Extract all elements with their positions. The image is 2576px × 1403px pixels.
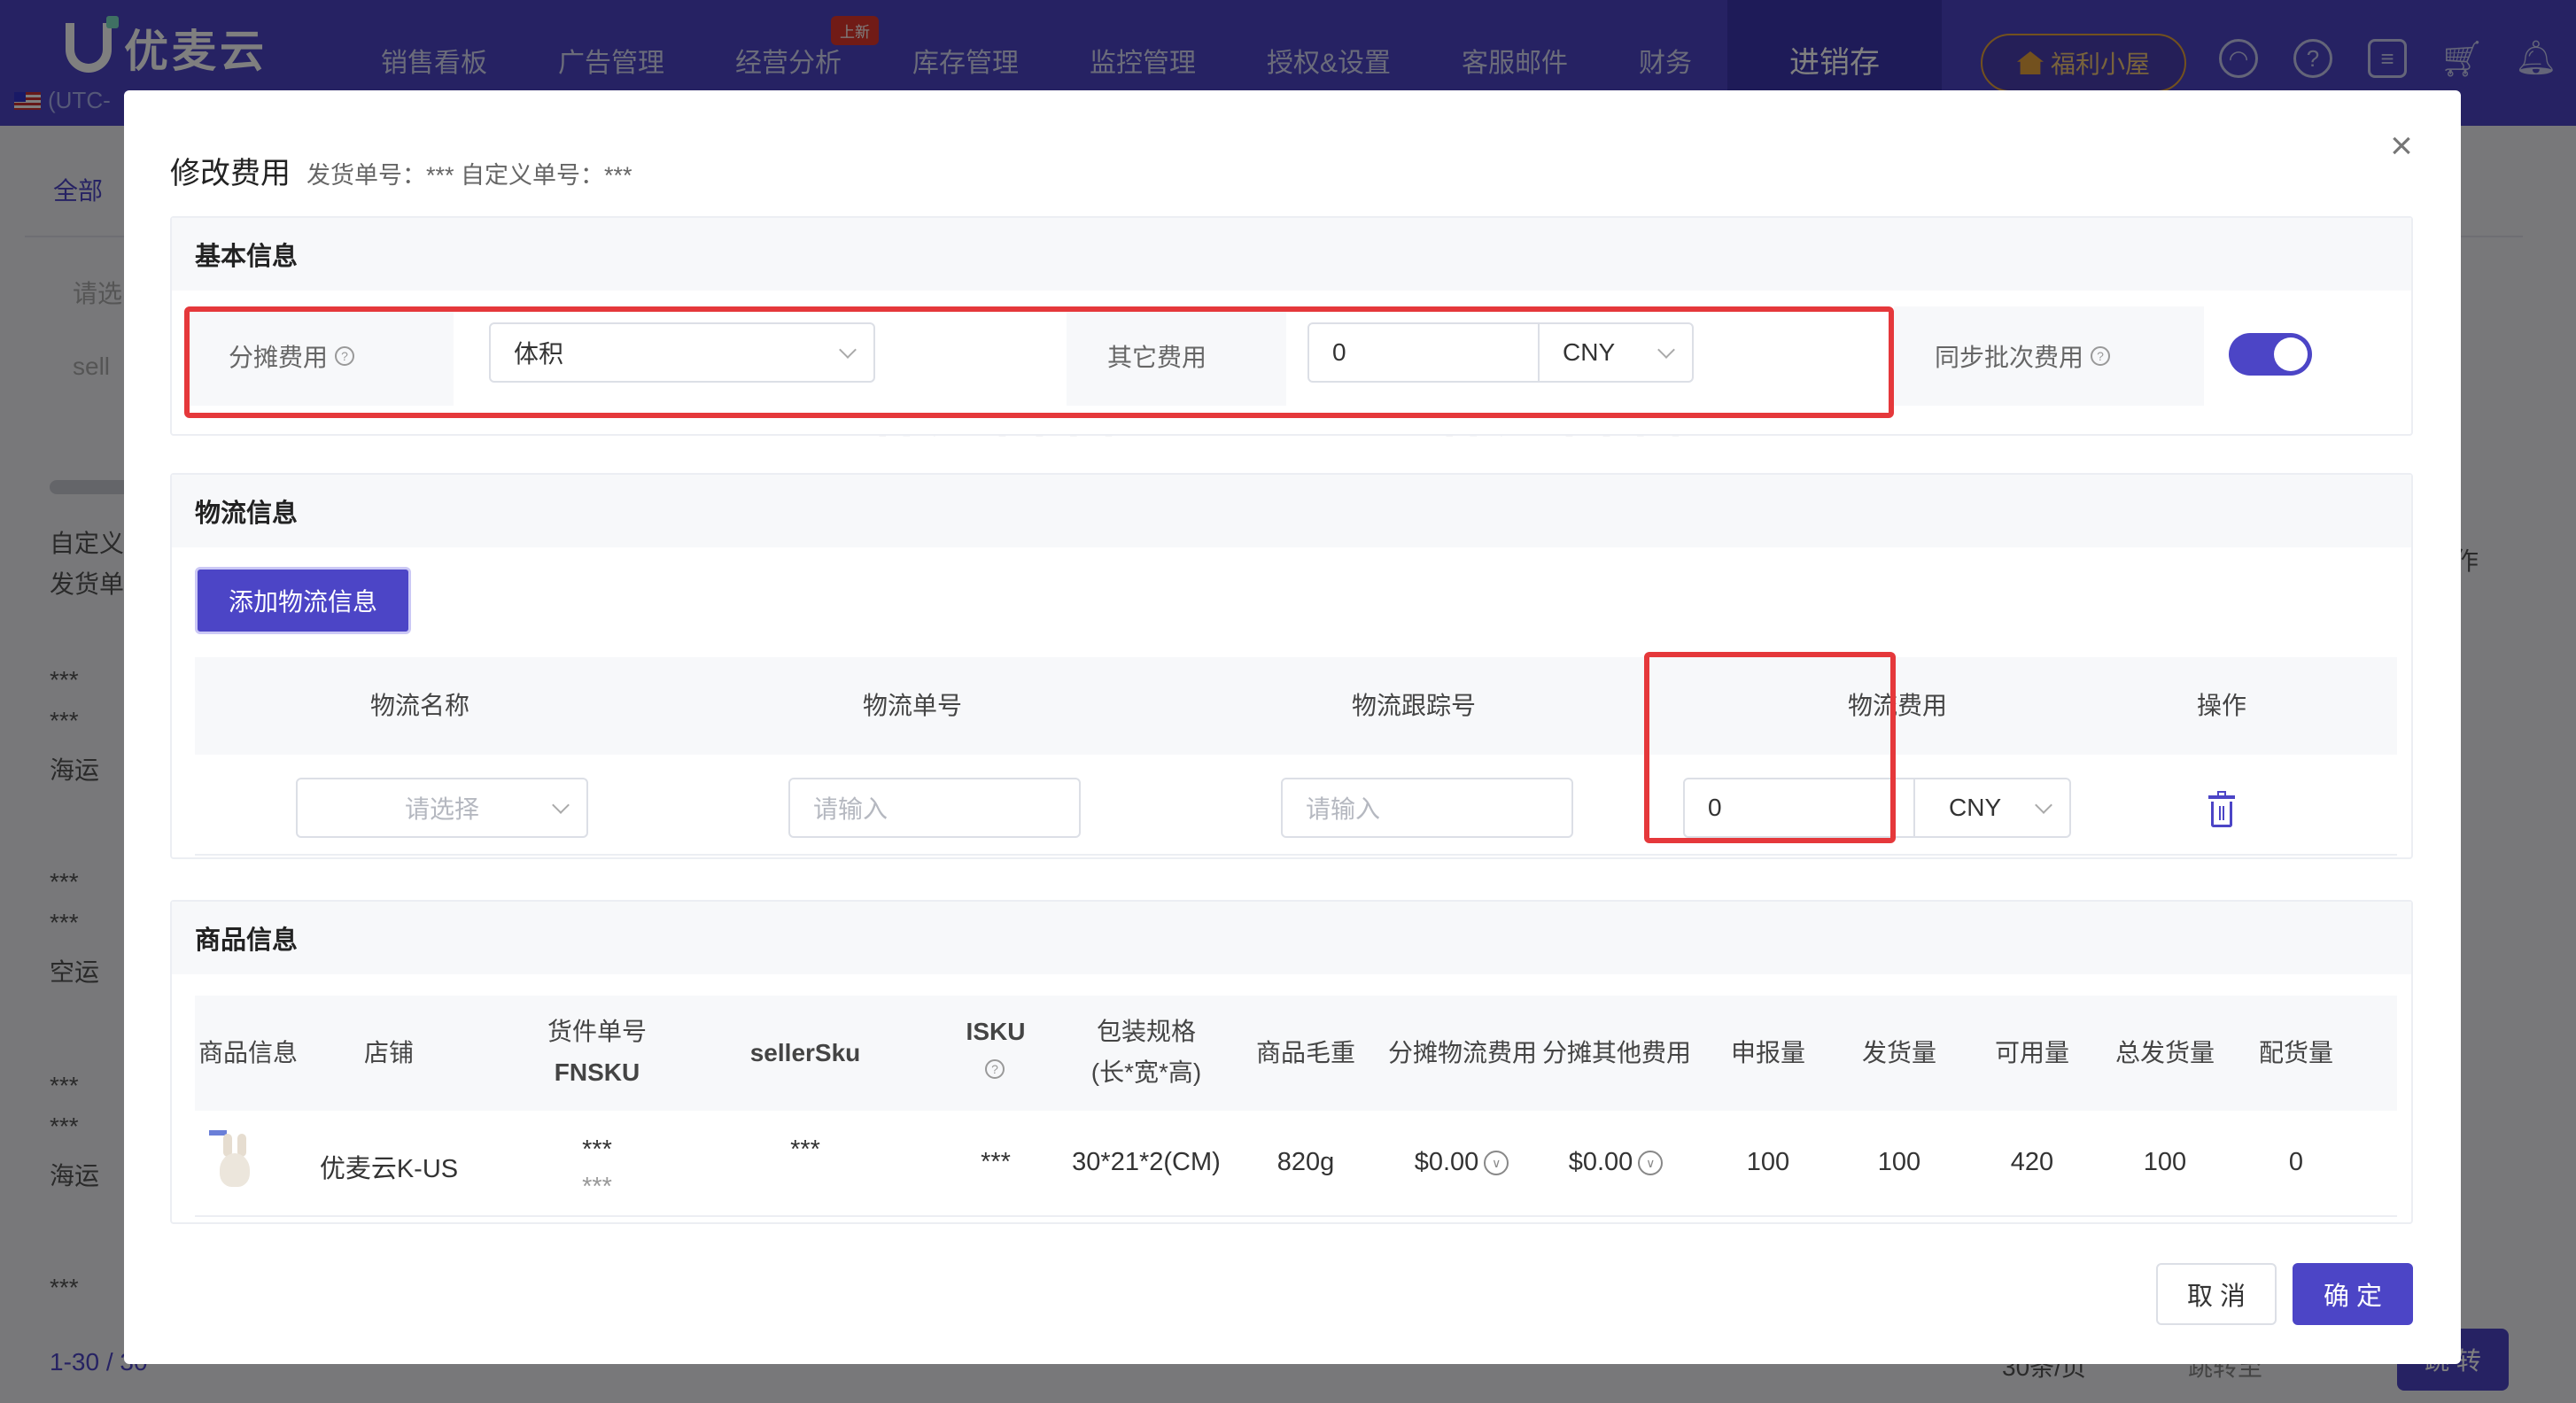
help-icon[interactable]: ?: [335, 346, 355, 366]
close-icon[interactable]: ×: [2381, 124, 2422, 167]
edit-cost-modal: 站长百科 站长百科 站长百科 站长百科 站长百科 修改费用 发货单号：*** 自…: [124, 90, 2461, 1364]
add-logistics-button[interactable]: 添加物流信息: [195, 567, 411, 634]
section-title: 基本信息: [172, 218, 2411, 291]
th-goods-info: 商品信息: [198, 1039, 298, 1066]
alloc-cost-label-text: 分摊费用: [229, 344, 329, 371]
divider: [195, 1215, 2397, 1217]
th-logistics-fee: 物流费用: [1847, 692, 1947, 719]
sync-batch-toggle[interactable]: [2229, 333, 2312, 376]
trash-icon[interactable]: [2208, 791, 2235, 827]
th-isku: ISKU: [966, 1018, 1026, 1045]
logistics-no-input[interactable]: 请输入: [788, 778, 1081, 838]
alloc-logistics-value: $0.00: [1414, 1148, 1479, 1176]
total-shipped-qty: 100: [2143, 1148, 2187, 1176]
divider: [195, 854, 2397, 856]
section-title: 商品信息: [172, 902, 2411, 974]
alloc-logistics-fee[interactable]: $0.00 ∨: [1391, 1148, 1532, 1177]
sync-batch-label: 同步批次费用 ?: [1894, 306, 2204, 406]
chevron-down-icon: ∨: [1484, 1151, 1509, 1176]
product-thumbnail[interactable]: [207, 1130, 260, 1189]
logistics-no-placeholder: 请输入: [813, 795, 888, 823]
tracking-no-input[interactable]: 请输入: [1281, 778, 1573, 838]
logistics-fee-currency-select[interactable]: CNY: [1913, 778, 2071, 838]
logistics-fee-value: 0: [1708, 794, 1722, 821]
alloc-cost-select[interactable]: 体积: [489, 322, 875, 383]
th-alloc-other: 分摊其他费用: [1541, 1039, 1691, 1066]
chevron-down-icon: [1657, 341, 1675, 359]
isku: ***: [981, 1148, 1011, 1176]
declared-qty: 100: [1746, 1148, 1790, 1176]
th-total-shipped: 总发货量: [2114, 1039, 2215, 1066]
available-qty: 420: [2010, 1148, 2054, 1176]
sync-batch-label-text: 同步批次费用: [1935, 344, 2084, 371]
th-action: 操作: [2196, 692, 2246, 719]
alloc-other-value: $0.00: [1568, 1148, 1633, 1176]
chevron-down-icon: [552, 796, 570, 814]
other-cost-currency: CNY: [1563, 338, 1616, 366]
th-seller-sku: sellerSku: [749, 1039, 861, 1066]
basic-info-section: 基本信息 分摊费用 ? 体积 其它费用 0 CNY 同步批次费用 ?: [170, 216, 2413, 436]
th-package: 包装规格: [1096, 1018, 1196, 1045]
logistics-section: 物流信息 添加物流信息 物流名称 物流单号 物流跟踪号 物流费用 操作 请选择 …: [170, 473, 2413, 859]
tracking-no-placeholder: 请输入: [1306, 795, 1381, 823]
shipment-no: ***: [582, 1136, 612, 1164]
other-cost-input[interactable]: 0: [1307, 322, 1540, 383]
logistics-table-header: [195, 657, 2397, 755]
confirm-button[interactable]: 确 定: [2293, 1263, 2413, 1325]
logistics-fee-input[interactable]: 0: [1683, 778, 1915, 838]
goods-section: 商品信息 商品信息 店铺 货件单号 FNSKU sellerSku ISKU ?…: [170, 900, 2413, 1224]
alloc-cost-value: 体积: [514, 340, 564, 368]
modal-title: 修改费用: [170, 157, 291, 190]
chevron-down-icon: ∨: [1638, 1151, 1664, 1176]
th-tracking-no: 物流跟踪号: [1351, 692, 1476, 719]
th-allocated: 配货量: [2258, 1039, 2333, 1066]
cancel-button[interactable]: 取 消: [2156, 1263, 2277, 1325]
logistics-fee-currency: CNY: [1949, 794, 2002, 821]
modal-header: 修改费用 发货单号：*** 自定义单号：***: [170, 149, 632, 192]
th-available: 可用量: [1994, 1039, 2069, 1066]
section-title: 物流信息: [172, 475, 2411, 547]
th-shop: 店铺: [363, 1039, 414, 1066]
th-logistics-name: 物流名称: [369, 692, 469, 719]
chevron-down-icon: [2035, 796, 2052, 814]
th-alloc-logistics: 分摊物流费用: [1387, 1039, 1537, 1066]
logistics-name-placeholder: 请选择: [404, 795, 479, 823]
logistics-name-select[interactable]: 请选择: [296, 778, 588, 838]
fnsku: ***: [582, 1173, 612, 1201]
seller-sku: ***: [790, 1136, 820, 1164]
help-icon[interactable]: ?: [2091, 346, 2111, 366]
alloc-cost-label: 分摊费用 ?: [188, 306, 454, 406]
shipped-qty: 100: [1877, 1148, 1921, 1176]
th-fnsku: FNSKU: [554, 1058, 640, 1086]
th-shipment-no: 货件单号: [547, 1018, 647, 1045]
chevron-down-icon: [839, 341, 857, 359]
other-cost-value: 0: [1332, 338, 1346, 366]
allocated-qty: 0: [2288, 1148, 2304, 1176]
package-dims: 30*21*2(CM): [1072, 1148, 1221, 1176]
th-declared: 申报量: [1730, 1039, 1805, 1066]
modal-subtitle: 发货单号：*** 自定义单号：***: [306, 162, 632, 189]
th-shipped: 发货量: [1861, 1039, 1936, 1066]
help-icon[interactable]: ?: [985, 1059, 1005, 1079]
alloc-other-fee[interactable]: $0.00 ∨: [1545, 1148, 1687, 1177]
other-cost-label-text: 其它费用: [1107, 344, 1207, 371]
th-package-dims: (长*宽*高): [1090, 1058, 1202, 1086]
th-logistics-no: 物流单号: [862, 692, 962, 719]
th-weight: 商品毛重: [1255, 1039, 1355, 1066]
shop-name: 优麦云K-US: [319, 1155, 459, 1183]
other-cost-currency-select[interactable]: CNY: [1538, 322, 1694, 383]
other-cost-label: 其它费用: [1067, 306, 1286, 406]
gross-weight: 820g: [1276, 1148, 1335, 1176]
